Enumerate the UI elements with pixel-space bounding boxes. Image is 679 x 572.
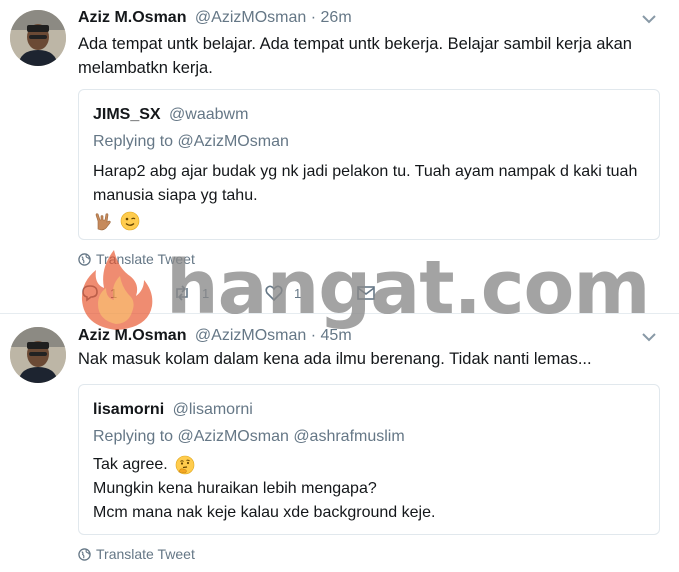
replying-to-label: Replying to — [93, 428, 174, 445]
translate-label: Translate Tweet — [96, 546, 195, 562]
like-button[interactable]: 1 — [264, 283, 301, 303]
retweet-icon — [176, 285, 188, 301]
reply-count: 1 — [110, 285, 118, 301]
reply-button[interactable]: 1 — [80, 283, 117, 303]
separator-dot: · — [310, 327, 317, 344]
tweet-2[interactable]: Aziz M.Osman @AzizMOsman · 45m Nak masuk… — [0, 315, 679, 572]
reply-icon — [82, 285, 98, 302]
quoted-tweet[interactable]: lisamorni @lisamorni Replying to @AzizMO… — [78, 384, 660, 535]
envelope-icon — [357, 286, 375, 300]
author-name[interactable]: Aziz M.Osman — [78, 9, 186, 26]
chevron-down-icon[interactable] — [641, 13, 657, 25]
globe-icon — [78, 547, 91, 561]
wink-face-emoji — [121, 211, 140, 231]
quoted-author-handle: @waabwm — [169, 106, 249, 123]
translate-tweet-link[interactable]: Translate Tweet — [78, 251, 195, 267]
author-handle[interactable]: @AzizMOsman — [195, 9, 306, 26]
quoted-author-handle: @lisamorni — [172, 401, 253, 418]
avatar[interactable] — [10, 10, 66, 66]
quoted-text-line-2: Mungkin kena huraikan lebih mengapa? — [93, 480, 377, 497]
tweet-text: Nak masuk kolam dalam kena ada ilmu bere… — [78, 350, 592, 368]
quoted-text-line-1-text: Tak agree. — [93, 456, 168, 473]
quoted-tweet[interactable]: JIMS_SX @waabwm Replying to @AzizMOsman … — [78, 89, 660, 240]
quoted-author-name: lisamorni — [93, 401, 165, 418]
quoted-header: JIMS_SX @waabwm — [93, 106, 248, 124]
author-name[interactable]: Aziz M.Osman — [78, 327, 186, 344]
quoted-text-line: Harap2 abg ajar budak yg nk jadi pelakon… — [93, 163, 638, 204]
replying-to: Replying to @AzizMOsman @ashrafmuslim — [93, 428, 405, 446]
tweet-1[interactable]: Aziz M.Osman @AzizMOsman · 26m Ada tempa… — [0, 0, 679, 314]
translate-label: Translate Tweet — [96, 251, 195, 267]
quoted-text: Tak agree. Mungkin kena huraikan lebih m… — [93, 453, 648, 525]
tweet-header: Aziz M.Osman @AzizMOsman · 45m — [78, 327, 352, 345]
replying-to-label: Replying to — [93, 133, 174, 150]
quoted-text: Harap2 abg ajar budak yg nk jadi pelakon… — [93, 160, 648, 233]
like-count: 1 — [294, 285, 302, 301]
chevron-down-icon[interactable] — [641, 331, 657, 343]
tweet-header: Aziz M.Osman @AzizMOsman · 26m — [78, 9, 352, 27]
retweet-button[interactable]: 1 — [172, 283, 209, 303]
thinking-face-emoji — [175, 455, 195, 475]
replying-to: Replying to @AzizMOsman — [93, 133, 289, 151]
direct-message-button[interactable] — [356, 283, 386, 303]
retweet-count: 1 — [202, 285, 210, 301]
author-handle[interactable]: @AzizMOsman — [195, 327, 306, 344]
tweet-timestamp[interactable]: 26m — [321, 9, 352, 26]
rock-on-hand-emoji — [95, 213, 111, 231]
tweet-text: Ada tempat untk belajar. Ada tempat untk… — [78, 35, 632, 77]
quoted-author-name: JIMS_SX — [93, 106, 161, 123]
replying-to-mentions[interactable]: @AzizMOsman @ashrafmuslim — [178, 428, 405, 445]
heart-icon — [265, 285, 283, 302]
replying-to-mention[interactable]: @AzizMOsman — [178, 133, 289, 150]
quoted-text-line-3: Mcm mana nak keje kalau xde background k… — [93, 504, 436, 521]
globe-icon — [78, 252, 91, 266]
quoted-header: lisamorni @lisamorni — [93, 401, 253, 419]
tweet-timestamp[interactable]: 45m — [321, 327, 352, 344]
avatar[interactable] — [10, 327, 66, 383]
separator-dot: · — [310, 9, 317, 26]
quoted-emoji-row — [93, 209, 648, 233]
quoted-text-line-1: Tak agree. — [93, 453, 648, 477]
translate-tweet-link[interactable]: Translate Tweet — [78, 546, 195, 562]
